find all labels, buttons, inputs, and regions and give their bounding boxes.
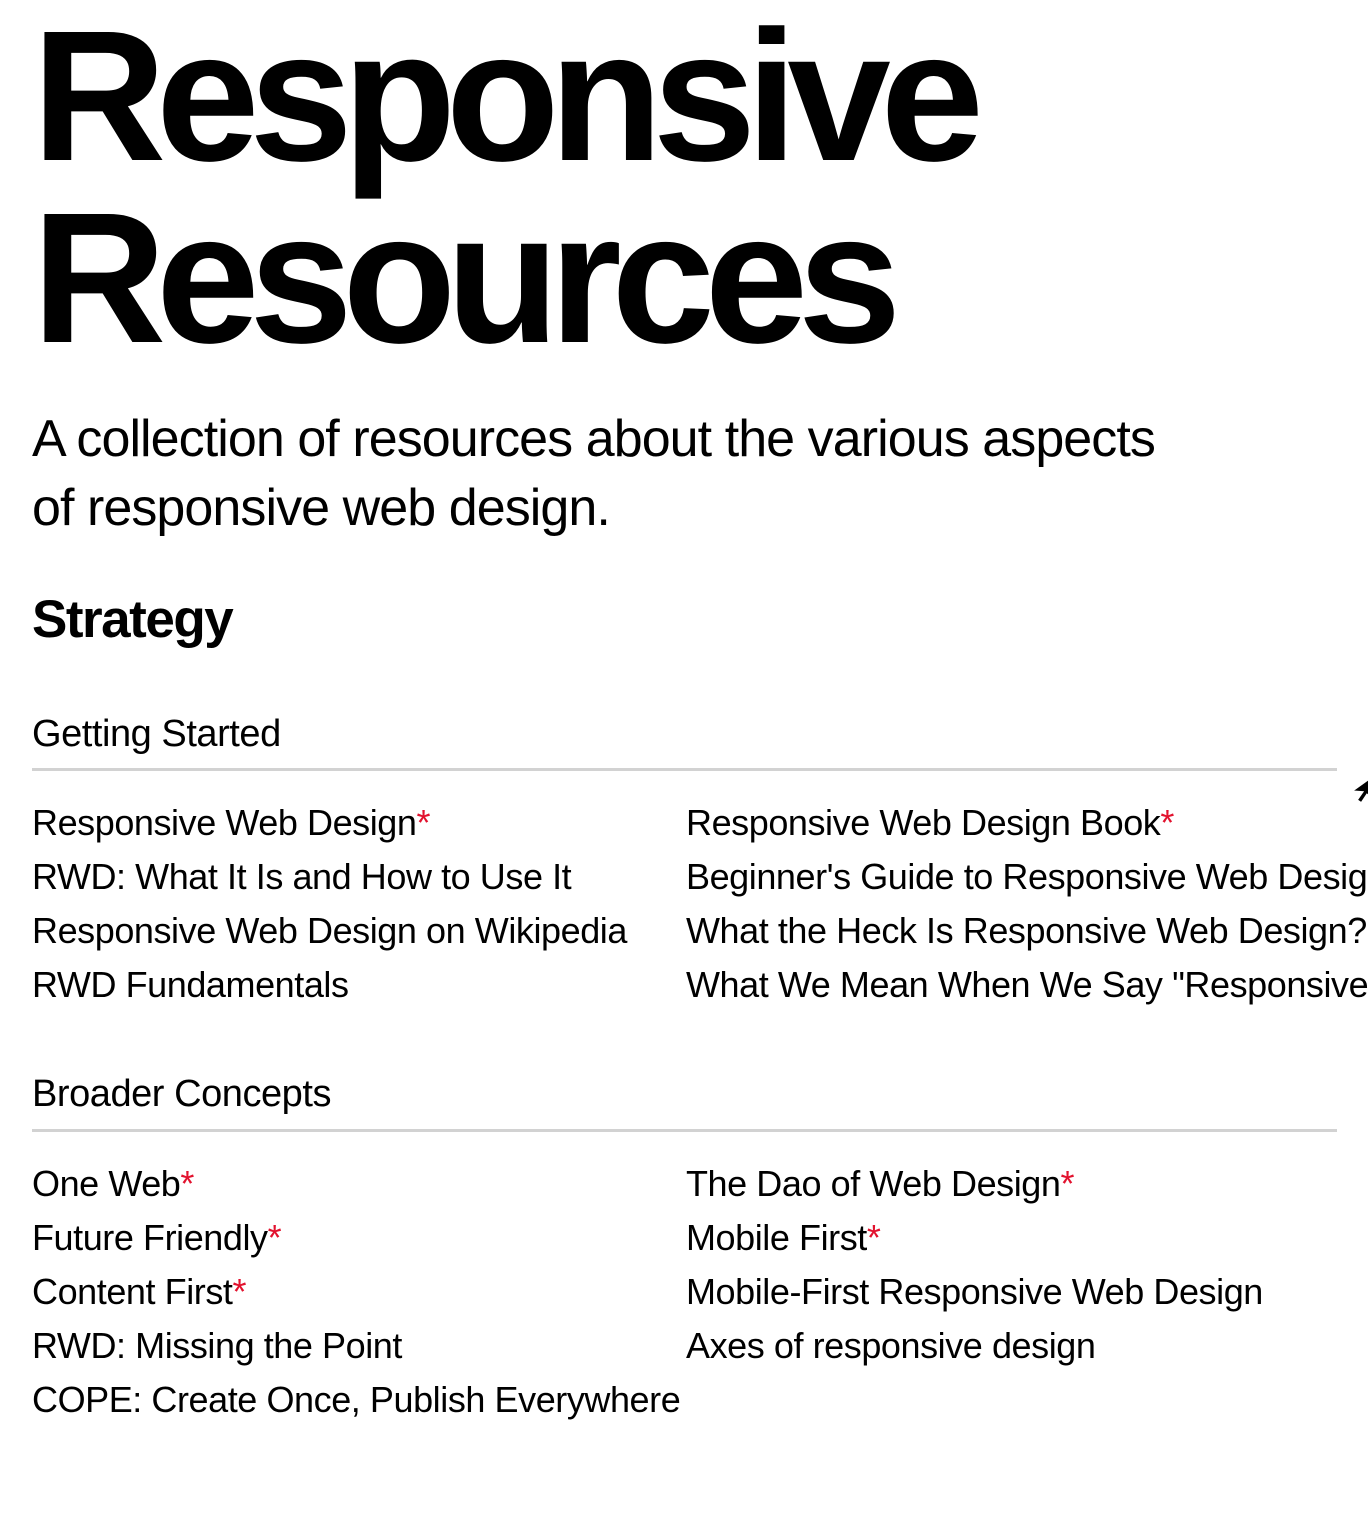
resource-link[interactable]: Axes of responsive design [686, 1319, 1336, 1373]
group-column-right: The Dao of Web Design* Mobile First* Mobil… [686, 1157, 1336, 1427]
recommended-star-icon: * [416, 802, 431, 844]
group-column-left: Responsive Web Design* RWD: What It Is an… [32, 796, 686, 1012]
group-column-left: One Web* Future Friendly* Content First* RW… [32, 1157, 686, 1427]
resource-link[interactable]: COPE: Create Once, Publish Everywhere [32, 1373, 686, 1427]
recommended-star-icon: * [866, 1217, 881, 1259]
resource-link-label: RWD: What It Is and How to Use It [32, 856, 572, 898]
resource-link[interactable]: One Web* [32, 1157, 686, 1211]
resource-link-label: COPE: Create Once, Publish Everywhere [32, 1379, 681, 1421]
resource-link-label: RWD Fundamentals [32, 964, 349, 1006]
recommended-star-icon: * [1160, 802, 1174, 844]
resource-link-label: Content First [32, 1271, 233, 1313]
resource-link-label: Beginner's Guide to Responsive Web Desig… [686, 856, 1368, 898]
resource-link[interactable]: Mobile-First Responsive Web Design [686, 1265, 1336, 1319]
resource-link[interactable]: Future Friendly* [32, 1211, 686, 1265]
resource-link-label: Future Friendly [32, 1217, 268, 1259]
resource-link[interactable]: Responsive Web Design* [32, 796, 686, 850]
category-heading-strategy: Strategy [32, 589, 234, 649]
resource-link-label: What We Mean When We Say "Responsive" [686, 964, 1368, 1006]
resource-link[interactable]: Responsive Web Design on Wikipedia [32, 904, 686, 958]
masthead: Responsive Resources A collection of res… [32, 0, 1336, 544]
page-root: Responsive Resources A collection of res… [0, 0, 1368, 1536]
resource-link-label: Mobile-First Responsive Web Design [686, 1271, 1263, 1313]
resource-link-label: What the Heck Is Responsive Web Design? [686, 910, 1367, 952]
group-columns: Responsive Web Design* RWD: What It Is an… [32, 771, 1368, 1012]
resource-link[interactable]: Responsive Web Design Book* [686, 796, 1336, 850]
resource-link[interactable]: Beginner's Guide to Responsive Web Desig… [686, 850, 1368, 904]
mouse-cursor-icon [1349, 778, 1368, 804]
resource-link-label: The Dao of Web Design [686, 1163, 1061, 1205]
resource-link[interactable]: What the Heck Is Responsive Web Design? [686, 904, 1367, 958]
recommended-star-icon: * [232, 1271, 247, 1313]
resource-link-label: One Web [32, 1163, 181, 1205]
resource-link-label: Responsive Web Design Book [686, 802, 1161, 844]
group-columns: One Web* Future Friendly* Content First* RW… [32, 1132, 1336, 1427]
group-column-right: Responsive Web Design Book* Beginner's Gu… [686, 796, 1368, 1012]
resource-group: Getting Started Responsive Web Design* RW… [32, 648, 1368, 1013]
resource-link[interactable]: RWD: What It Is and How to Use It [32, 850, 686, 904]
group-title: Broader Concepts [32, 1073, 331, 1116]
resource-link-label: RWD: Missing the Point [32, 1325, 402, 1367]
recommended-star-icon: * [267, 1217, 282, 1259]
page-title: Responsive Resources [32, 0, 984, 383]
page-tagline: A collection of resources about the vari… [32, 409, 1156, 538]
resource-link-label: Axes of responsive design [686, 1325, 1096, 1367]
resource-link-label: Responsive Web Design [32, 802, 417, 844]
group-title: Getting Started [32, 712, 281, 755]
resource-link[interactable]: RWD: Missing the Point [32, 1319, 686, 1373]
recommended-star-icon: * [1060, 1163, 1075, 1205]
recommended-star-icon: * [180, 1163, 194, 1205]
resource-link[interactable]: The Dao of Web Design* [686, 1157, 1336, 1211]
resource-link-label: Responsive Web Design on Wikipedia [32, 910, 627, 952]
resource-link[interactable]: What We Mean When We Say "Responsive" [686, 958, 1368, 1012]
resource-link-label: Mobile First [686, 1217, 867, 1259]
resource-group: Broader Concepts One Web* Future Friendly… [32, 1012, 1337, 1427]
resource-link[interactable]: Content First* [32, 1265, 686, 1319]
resource-link[interactable]: RWD Fundamentals [32, 958, 686, 1012]
resource-link[interactable]: Mobile First* [686, 1211, 1336, 1265]
